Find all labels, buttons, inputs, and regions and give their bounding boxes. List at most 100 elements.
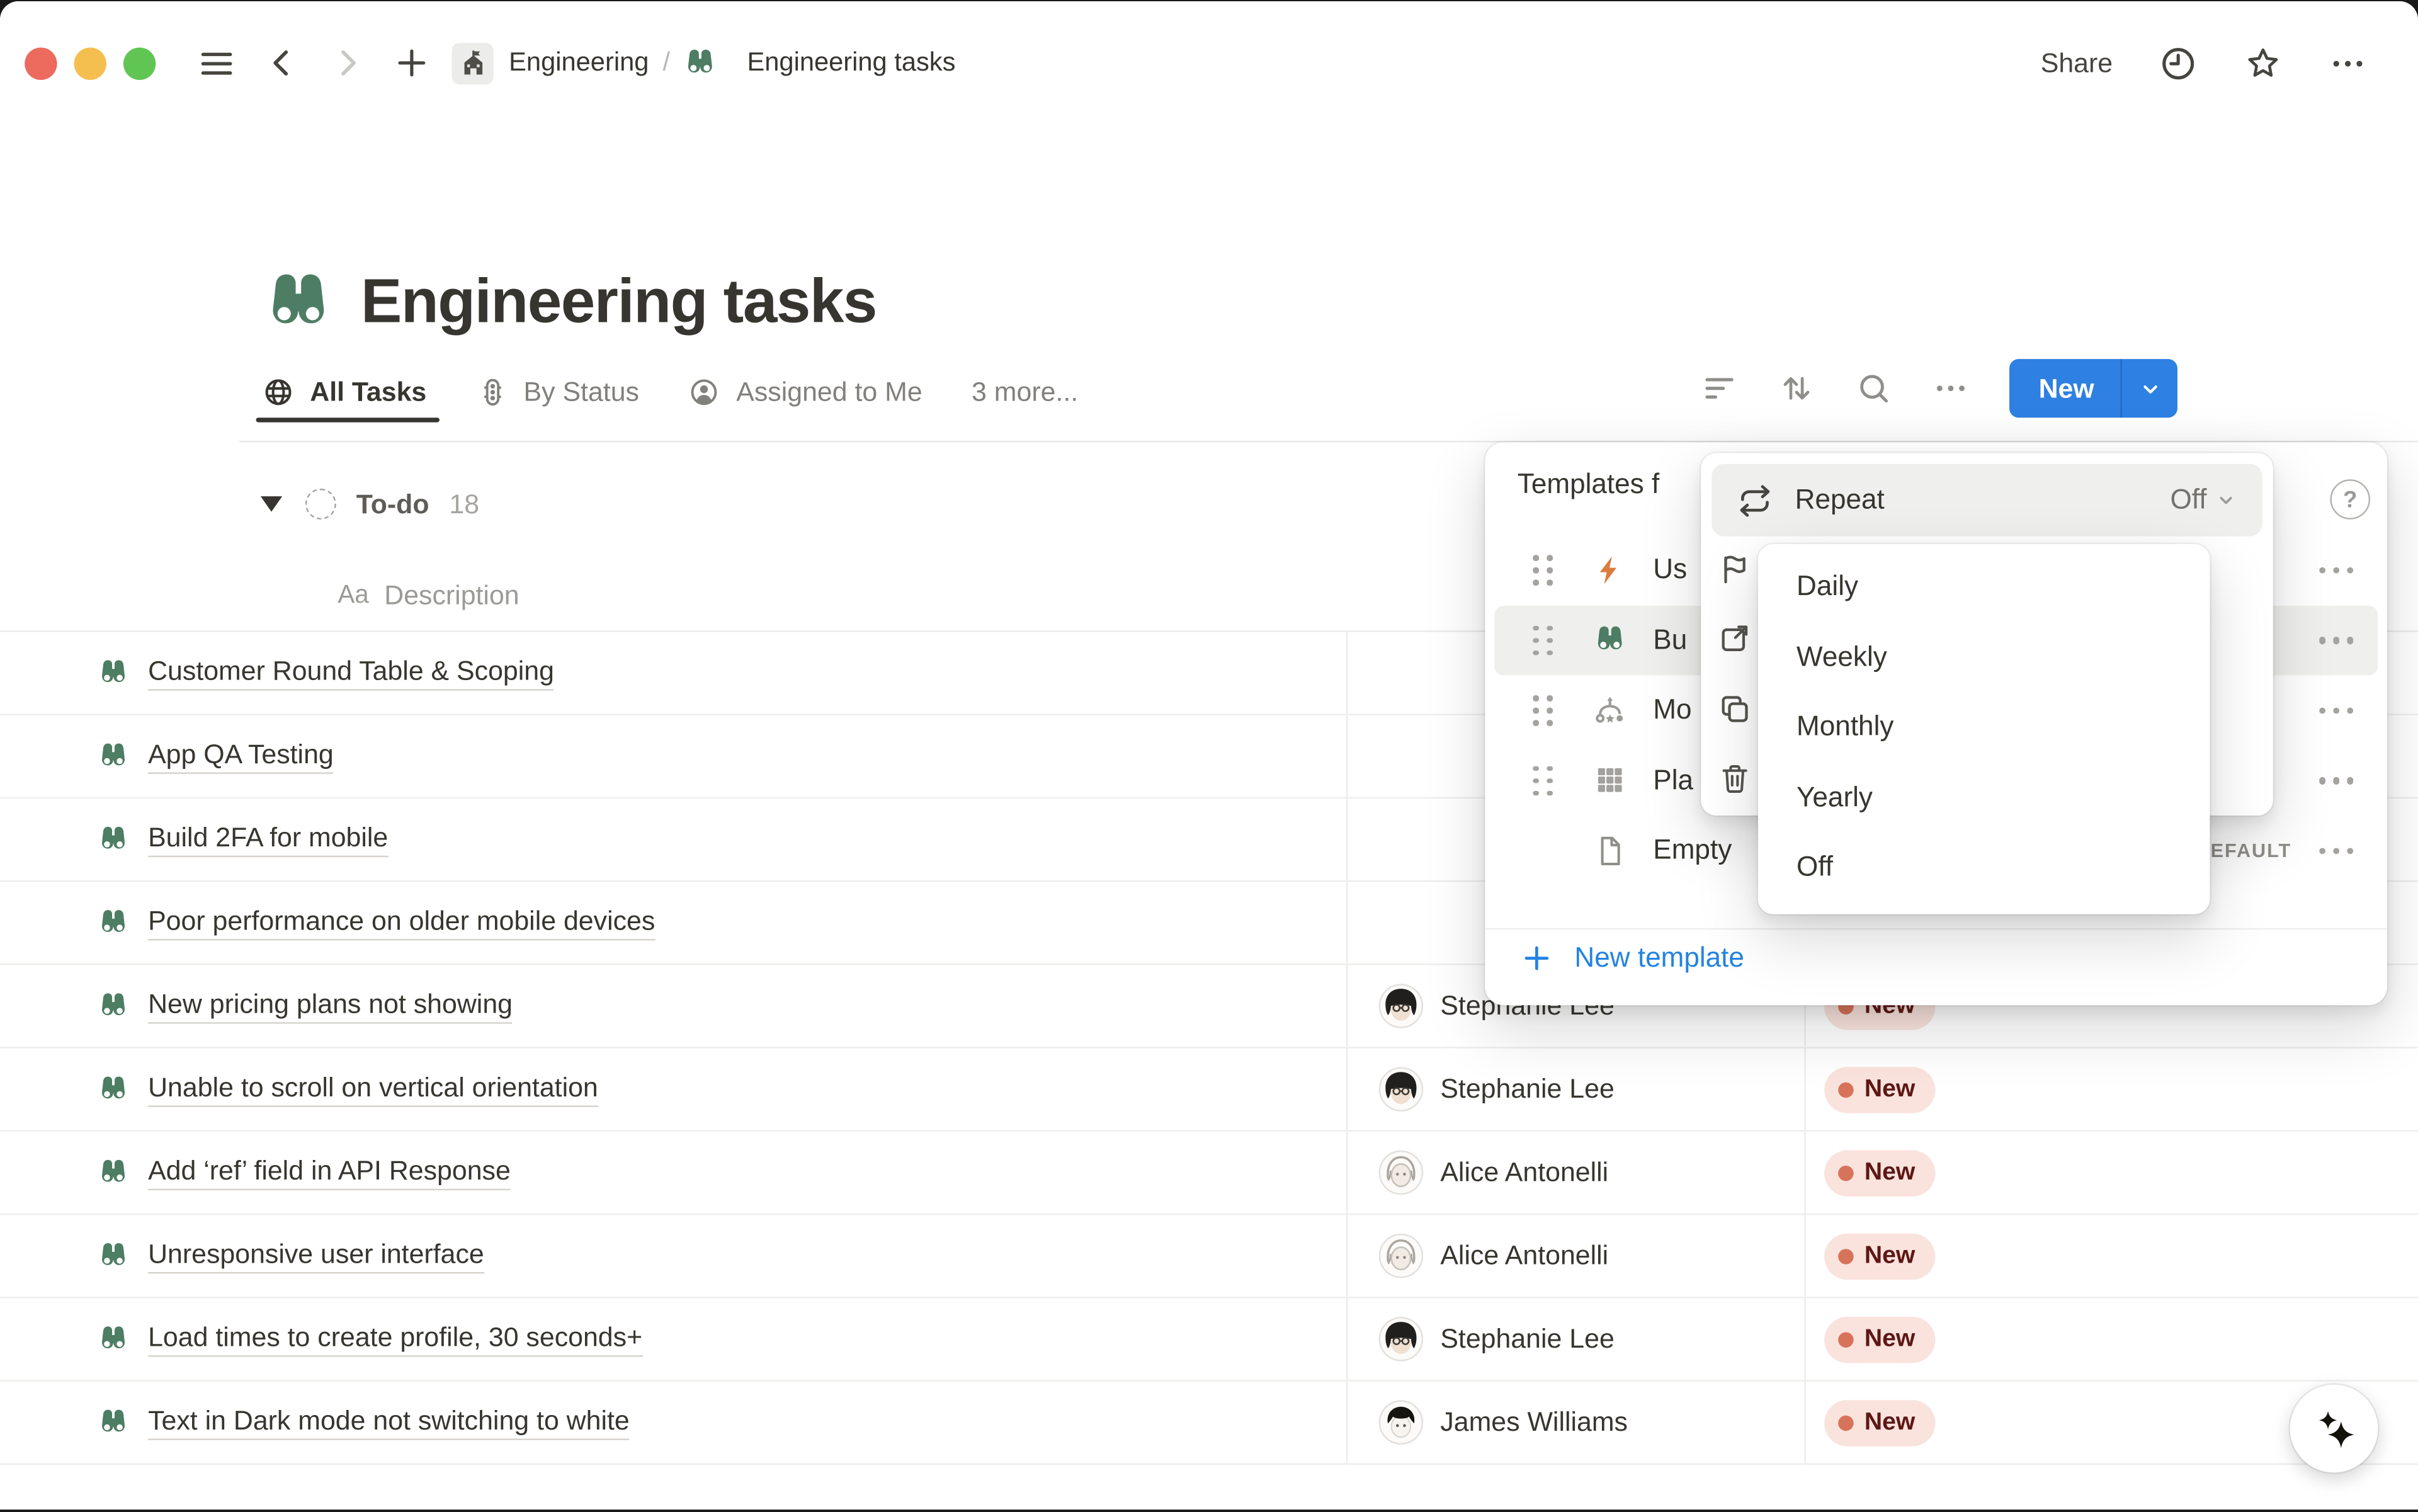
page-title[interactable]: Engineering tasks xyxy=(361,268,877,337)
table-row[interactable]: Add ‘ref’ field in API Response Alice An… xyxy=(0,1132,2418,1215)
breadcrumb-workspace[interactable]: Engineering xyxy=(509,47,649,78)
assignee-cell[interactable]: Stephanie Lee xyxy=(1346,1049,1804,1130)
new-button[interactable]: New xyxy=(2009,359,2122,418)
task-title[interactable]: Text in Dark mode not switching to white xyxy=(148,1405,630,1440)
assignee-name[interactable]: Alice Antonelli xyxy=(1440,1156,1608,1188)
task-title[interactable]: New pricing plans not showing xyxy=(148,988,513,1023)
breadcrumb-page[interactable]: Engineering tasks xyxy=(747,47,955,78)
status-badge[interactable]: New xyxy=(1824,1066,1935,1112)
close-window-button[interactable] xyxy=(25,47,57,79)
assignee-name[interactable]: Alice Antonelli xyxy=(1440,1240,1608,1272)
assignee-cell[interactable]: Alice Antonelli xyxy=(1346,1215,1804,1297)
share-button[interactable]: Share xyxy=(2041,47,2113,79)
new-template-button[interactable]: New template xyxy=(1521,929,1744,985)
assignee-name[interactable]: Stephanie Lee xyxy=(1440,1323,1614,1355)
duplicate-icon[interactable] xyxy=(1718,674,1755,744)
table-row[interactable]: Load times to create profile, 30 seconds… xyxy=(0,1299,2418,1382)
template-options-icon[interactable] xyxy=(2319,567,2353,574)
task-title[interactable]: Add ‘ref’ field in API Response xyxy=(148,1155,511,1190)
table-row[interactable]: Unable to scroll on vertical orientation… xyxy=(0,1049,2418,1132)
drag-handle-icon[interactable] xyxy=(1533,555,1553,585)
assignee-cell[interactable]: Stephanie Lee xyxy=(1346,1299,1804,1380)
help-icon[interactable]: ? xyxy=(2330,479,2370,520)
template-options-icon[interactable] xyxy=(2319,847,2353,854)
repeat-value[interactable]: Off xyxy=(2170,484,2206,516)
more-options-icon[interactable] xyxy=(2329,43,2367,82)
zoom-window-button[interactable] xyxy=(123,47,156,79)
repeat-option-monthly[interactable]: Monthly xyxy=(1758,692,2210,762)
task-title[interactable]: Build 2FA for mobile xyxy=(148,822,388,857)
drag-handle-icon[interactable] xyxy=(1533,625,1553,656)
macos-traffic-lights[interactable] xyxy=(25,47,156,79)
task-title[interactable]: App QA Testing xyxy=(148,739,334,774)
title-cell[interactable]: Customer Round Table & Scoping xyxy=(0,632,1346,714)
binoculars-icon xyxy=(97,657,129,689)
status-cell[interactable]: New xyxy=(1804,1215,2418,1297)
minimize-window-button[interactable] xyxy=(74,47,106,79)
status-badge[interactable]: New xyxy=(1824,1233,1935,1279)
drag-handle-icon[interactable] xyxy=(1533,695,1553,725)
column-header[interactable]: Aa Description xyxy=(239,560,519,631)
workspace-building-icon[interactable] xyxy=(452,42,494,84)
repeat-option-weekly[interactable]: Weekly xyxy=(1758,622,2210,692)
repeat-option-off[interactable]: Off xyxy=(1758,833,2210,902)
assignee-cell[interactable]: James Williams xyxy=(1346,1382,1804,1464)
repeat-option-yearly[interactable]: Yearly xyxy=(1758,763,2210,833)
status-cell[interactable]: New xyxy=(1804,1299,2418,1380)
status-badge[interactable]: New xyxy=(1824,1399,1935,1445)
updates-clock-icon[interactable] xyxy=(2159,43,2198,82)
title-cell[interactable]: Text in Dark mode not switching to white xyxy=(0,1382,1346,1464)
table-row[interactable]: Unresponsive user interface Alice Antone… xyxy=(0,1215,2418,1298)
title-cell[interactable]: Unable to scroll on vertical orientation xyxy=(0,1049,1346,1130)
repeat-option-daily[interactable]: Daily xyxy=(1758,552,2210,622)
status-badge[interactable]: New xyxy=(1824,1316,1935,1362)
edit-open-icon[interactable] xyxy=(1718,603,1755,673)
flag-icon[interactable] xyxy=(1718,533,1755,603)
view-options-icon[interactable] xyxy=(1933,370,1970,407)
title-cell[interactable]: New pricing plans not showing xyxy=(0,965,1346,1047)
ai-assistant-button[interactable] xyxy=(2290,1385,2378,1473)
table-row[interactable]: Text in Dark mode not switching to white… xyxy=(0,1382,2418,1465)
task-title[interactable]: Customer Round Table & Scoping xyxy=(148,655,554,690)
assignee-name[interactable]: Stephanie Lee xyxy=(1440,1073,1614,1105)
collapse-triangle-icon[interactable] xyxy=(261,496,282,511)
back-icon[interactable] xyxy=(264,45,301,82)
tab-all-tasks[interactable]: All Tasks xyxy=(262,375,426,407)
sidebar-menu-icon[interactable] xyxy=(197,43,236,82)
title-cell[interactable]: Load times to create profile, 30 seconds… xyxy=(0,1299,1346,1380)
title-cell[interactable]: Unresponsive user interface xyxy=(0,1215,1346,1297)
assignee-name[interactable]: James Williams xyxy=(1440,1406,1628,1438)
template-options-icon[interactable] xyxy=(2319,707,2353,713)
title-cell[interactable]: App QA Testing xyxy=(0,715,1346,797)
binoculars-icon xyxy=(97,1323,129,1355)
template-options-icon[interactable] xyxy=(2319,777,2353,784)
sort-icon[interactable] xyxy=(1778,370,1815,407)
trash-icon[interactable] xyxy=(1718,744,1755,814)
view-toolbar: New xyxy=(1701,359,2177,418)
assignee-cell[interactable]: Alice Antonelli xyxy=(1346,1132,1804,1214)
task-title[interactable]: Unable to scroll on vertical orientation xyxy=(148,1072,598,1107)
title-cell[interactable]: Build 2FA for mobile xyxy=(0,799,1346,880)
task-title[interactable]: Unresponsive user interface xyxy=(148,1238,484,1273)
drag-handle-icon[interactable] xyxy=(1533,765,1553,795)
new-dropdown-button[interactable] xyxy=(2122,359,2177,418)
template-options-icon[interactable] xyxy=(2319,637,2353,644)
forward-icon[interactable] xyxy=(329,45,366,82)
favorite-star-icon[interactable] xyxy=(2244,43,2282,82)
title-cell[interactable]: Add ‘ref’ field in API Response xyxy=(0,1132,1346,1214)
tab-by-status[interactable]: By Status xyxy=(476,375,639,407)
tab-assigned-to-me[interactable]: Assigned to Me xyxy=(688,375,922,407)
page-binoculars-icon[interactable] xyxy=(262,266,334,339)
status-cell[interactable]: New xyxy=(1804,1049,2418,1130)
title-cell[interactable]: Poor performance on older mobile devices xyxy=(0,882,1346,963)
search-icon[interactable] xyxy=(1855,370,1892,407)
status-cell[interactable]: New xyxy=(1804,1132,2418,1214)
repeat-menu-item[interactable]: Repeat Off xyxy=(1711,464,2262,537)
task-title[interactable]: Load times to create profile, 30 seconds… xyxy=(148,1321,642,1356)
filter-icon[interactable] xyxy=(1701,370,1738,407)
group-name[interactable]: To-do xyxy=(356,488,429,520)
status-badge[interactable]: New xyxy=(1824,1149,1935,1195)
new-page-plus-icon[interactable] xyxy=(393,45,430,82)
task-title[interactable]: Poor performance on older mobile devices xyxy=(148,905,655,940)
tab-more-views[interactable]: 3 more... xyxy=(972,375,1078,407)
